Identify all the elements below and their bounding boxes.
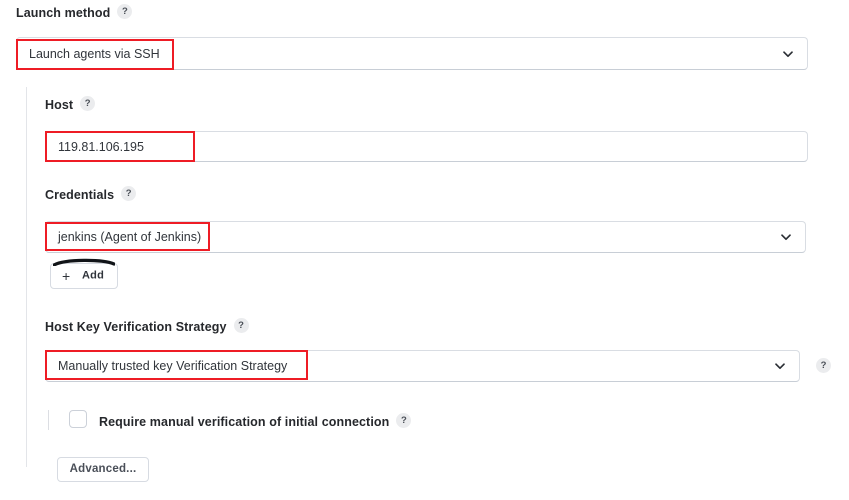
advanced-button[interactable]: Advanced... [57, 457, 149, 482]
add-credentials-button[interactable]: + Add [50, 263, 118, 289]
host-key-verification-strategy-label: Host Key Verification Strategy [45, 319, 227, 334]
help-question-icon[interactable]: ? [816, 358, 831, 373]
help-question-icon[interactable]: ? [121, 186, 137, 202]
credentials-label-row: Credentials? [45, 186, 137, 204]
launch-method-value: Launch agents via SSH [29, 46, 160, 61]
help-question-icon[interactable]: ? [117, 4, 133, 20]
help-question-icon[interactable]: ? [233, 318, 249, 334]
launch-method-label-row: Launch method? [16, 4, 133, 22]
host-input[interactable]: 119.81.106.195 [45, 131, 808, 162]
chevron-down-icon [782, 48, 794, 60]
host-label-row: Host? [45, 96, 96, 114]
host-key-verification-strategy-select[interactable]: Manually trusted key Verification Strate… [45, 350, 800, 382]
checkbox-left-rule [48, 410, 49, 430]
credentials-select[interactable]: jenkins (Agent of Jenkins) [45, 221, 806, 253]
host-label: Host [45, 97, 74, 112]
credentials-value: jenkins (Agent of Jenkins) [58, 229, 202, 244]
chevron-down-icon [774, 360, 786, 372]
chevron-down-icon [780, 231, 792, 243]
add-credentials-button-label: Add [82, 269, 104, 282]
require-manual-verification-checkbox[interactable] [69, 410, 87, 428]
launch-method-label: Launch method [16, 5, 111, 20]
launch-method-select[interactable]: Launch agents via SSH [16, 37, 808, 70]
host-input-value: 119.81.106.195 [58, 139, 144, 154]
help-question-icon[interactable]: ? [396, 413, 412, 429]
credentials-label: Credentials [45, 187, 115, 202]
require-manual-verification-label: Require manual verification of initial c… [99, 414, 390, 429]
plus-icon: + [62, 268, 71, 284]
section-left-rule [26, 87, 27, 467]
help-question-icon[interactable]: ? [80, 96, 96, 112]
require-manual-verification-label-row: Require manual verification of initial c… [99, 413, 412, 431]
host-key-verification-strategy-value: Manually trusted key Verification Strate… [58, 358, 288, 373]
host-key-verification-strategy-label-row: Host Key Verification Strategy? [45, 318, 249, 336]
